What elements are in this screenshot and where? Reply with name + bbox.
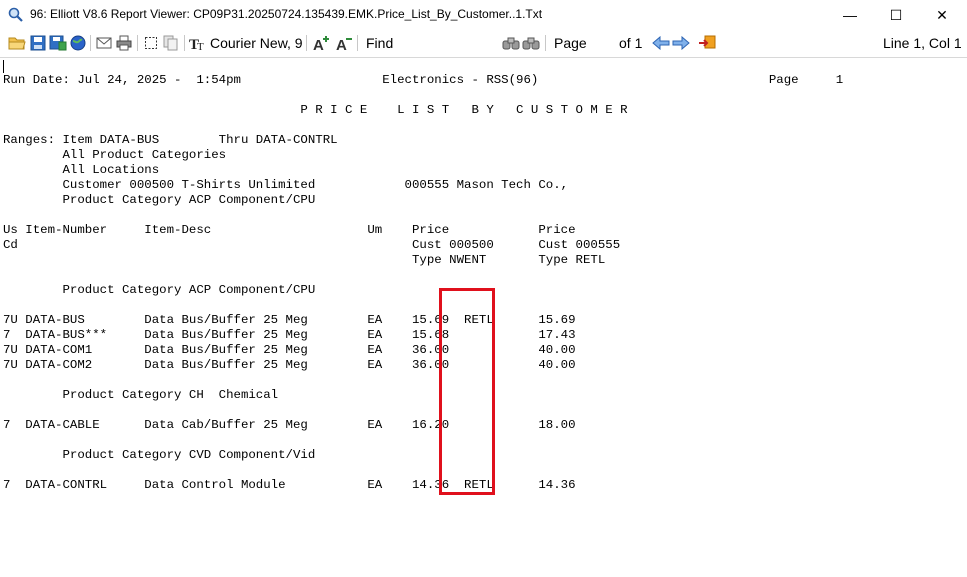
exit-icon[interactable] bbox=[698, 34, 716, 52]
report-line: Product Category CVD Component/Vid bbox=[3, 448, 316, 462]
report-line: Type NWENT Type RETL bbox=[3, 253, 606, 267]
prev-page-icon[interactable] bbox=[652, 34, 670, 52]
title-bar: 96: Elliott V8.6 Report Viewer: CP09P31.… bbox=[0, 0, 967, 30]
text-caret bbox=[3, 60, 4, 73]
copy-icon[interactable] bbox=[162, 34, 180, 52]
report-line: P R I C E L I S T B Y C U S T O M E R bbox=[3, 103, 628, 117]
minimize-icon: — bbox=[843, 7, 857, 23]
toolbar-separator bbox=[306, 35, 307, 51]
minimize-button[interactable]: — bbox=[827, 0, 873, 30]
svg-text:T: T bbox=[197, 41, 204, 51]
report-line: Cd Cust 000500 Cust 000555 bbox=[3, 238, 621, 252]
toolbar-separator bbox=[184, 35, 185, 51]
close-icon: ✕ bbox=[936, 6, 948, 23]
toolbar-separator bbox=[545, 35, 546, 51]
globe-icon[interactable] bbox=[69, 34, 87, 52]
open-folder-icon[interactable] bbox=[8, 34, 26, 52]
font-label[interactable]: Courier New, 9 bbox=[210, 34, 303, 52]
close-button[interactable]: ✕ bbox=[919, 0, 965, 30]
toolbar-separator bbox=[90, 35, 91, 51]
svg-text:A: A bbox=[336, 37, 347, 51]
save-all-icon[interactable] bbox=[49, 34, 67, 52]
highlight-box bbox=[439, 288, 495, 495]
report-line: Run Date: Jul 24, 2025 - 1:54pm Electron… bbox=[3, 73, 844, 87]
report-line: Us Item-Number Item-Desc Um Price Price bbox=[3, 223, 576, 237]
report-line: Ranges: Item DATA-BUS Thru DATA-CONTRL bbox=[3, 133, 338, 147]
page-count: of 1 bbox=[619, 35, 643, 51]
next-page-icon[interactable] bbox=[672, 34, 690, 52]
email-icon[interactable] bbox=[95, 34, 113, 52]
page-label: Page bbox=[554, 35, 587, 51]
save-icon[interactable] bbox=[29, 34, 47, 52]
zoom-out-icon[interactable]: A bbox=[336, 34, 354, 52]
find-label: Find bbox=[366, 35, 394, 51]
find-next-icon[interactable] bbox=[522, 34, 540, 52]
print-icon[interactable] bbox=[115, 34, 133, 52]
report-line: Product Category ACP Component/CPU bbox=[3, 193, 316, 207]
report-line: All Locations bbox=[3, 163, 160, 177]
toolbar: TT Courier New, 9 A A Find Page of 1 Lin… bbox=[0, 30, 967, 81]
report-line: Customer 000500 T-Shirts Unlimited 00055… bbox=[3, 178, 569, 192]
font-icon[interactable]: TT bbox=[189, 34, 207, 52]
maximize-icon: ☐ bbox=[889, 6, 903, 23]
select-icon[interactable] bbox=[143, 34, 159, 52]
svg-text:A: A bbox=[313, 37, 324, 51]
find-prev-icon[interactable] bbox=[502, 34, 520, 52]
report-viewer-icon bbox=[8, 7, 24, 23]
toolbar-separator bbox=[137, 35, 138, 51]
report-line: Product Category ACP Component/CPU bbox=[3, 283, 316, 297]
zoom-in-icon[interactable]: A bbox=[313, 34, 331, 52]
window-title: 96: Elliott V8.6 Report Viewer: CP09P31.… bbox=[30, 7, 543, 21]
cursor-position: Line 1, Col 1 bbox=[883, 35, 962, 51]
report-line: All Product Categories bbox=[3, 148, 227, 162]
toolbar-separator bbox=[357, 35, 358, 51]
report-line: Product Category CH Chemical bbox=[3, 388, 279, 402]
maximize-button[interactable]: ☐ bbox=[873, 0, 919, 30]
